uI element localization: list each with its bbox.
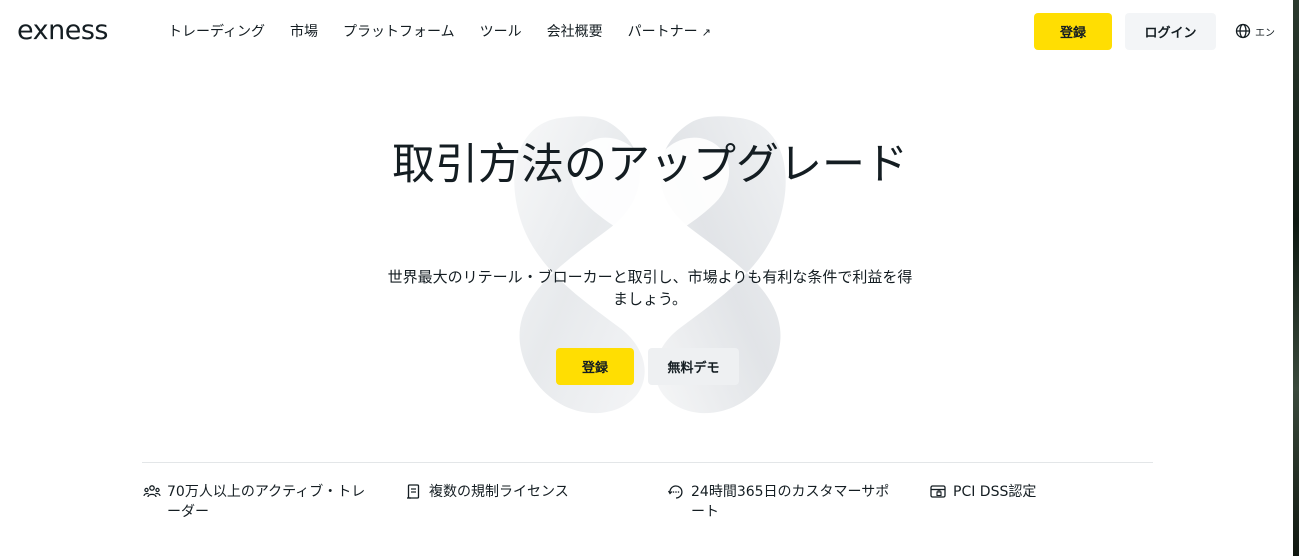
header-login-button[interactable]: ログイン <box>1125 13 1216 50</box>
free-demo-button[interactable]: 無料デモ <box>648 348 739 385</box>
nav-item-platforms[interactable]: プラットフォーム <box>343 22 455 42</box>
main-nav: トレーディング 市場 プラットフォーム ツール 会社概要 パートナー ↗ <box>168 22 736 42</box>
arrow-up-right-icon: ↗ <box>701 26 711 39</box>
feature-text: PCI DSS認定 <box>953 484 1037 500</box>
nav-item-markets[interactable]: 市場 <box>290 22 318 42</box>
globe-icon <box>1235 23 1251 39</box>
language-label: エン <box>1255 27 1275 39</box>
feature-licenses: 複数の規制ライセンス <box>405 482 635 502</box>
top-navigation-bar: exness トレーディング 市場 プラットフォーム ツール 会社概要 パートナ… <box>0 0 1293 64</box>
feature-active-traders: 70万人以上のアクティブ・トレーダー <box>143 482 368 522</box>
support-headset-icon <box>667 485 683 499</box>
window-edge <box>1293 0 1299 556</box>
hero-subtitle: 世界最大のリテール・ブローカーと取引し、市場よりも有利な条件で利益を得ましょう。 <box>387 268 913 308</box>
page: exness トレーディング 市場 プラットフォーム ツール 会社概要 パートナ… <box>0 0 1299 556</box>
nav-item-trading[interactable]: トレーディング <box>168 22 265 42</box>
license-document-icon <box>407 484 420 499</box>
feature-text: 複数の規制ライセンス <box>429 484 569 500</box>
nav-item-tools[interactable]: ツール <box>480 22 522 42</box>
header-register-button[interactable]: 登録 <box>1034 13 1112 50</box>
exness-logo[interactable]: exness <box>17 14 108 48</box>
secure-card-icon <box>930 485 946 498</box>
language-selector[interactable]: エン <box>1235 23 1275 39</box>
nav-item-company[interactable]: 会社概要 <box>547 22 603 42</box>
feature-support: 24時間365日のカスタマーサポート <box>667 482 892 522</box>
nav-item-partners[interactable]: パートナー ↗ <box>628 22 711 42</box>
feature-text: 24時間365日のカスタマーサポート <box>691 484 890 520</box>
feature-pci-dss: PCI DSS認定 <box>929 482 1154 502</box>
users-icon <box>143 485 161 498</box>
feature-text: 70万人以上のアクティブ・トレーダー <box>167 484 366 520</box>
hero-register-button[interactable]: 登録 <box>556 348 634 385</box>
hero-title: 取引方法のアップグレード <box>392 140 908 190</box>
features-divider <box>142 462 1153 463</box>
